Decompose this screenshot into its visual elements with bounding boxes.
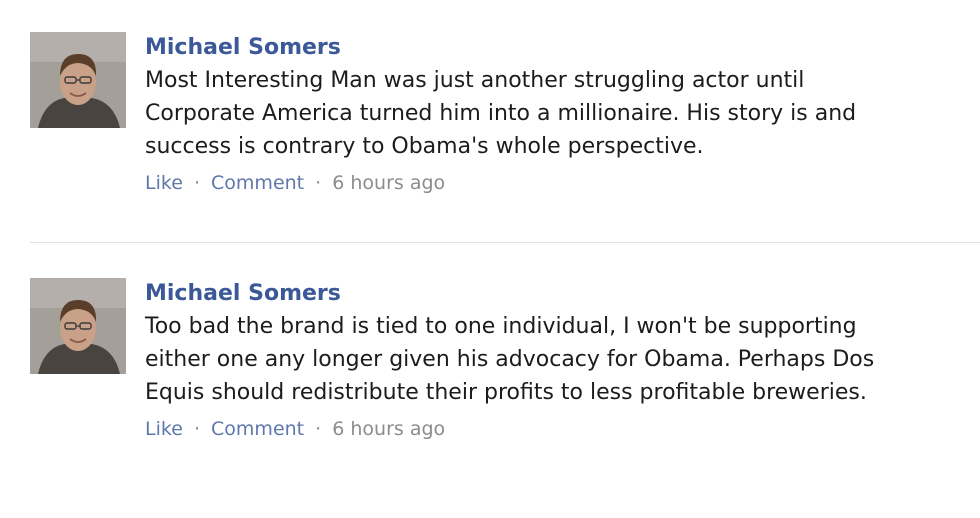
avatar-photo-icon bbox=[30, 32, 126, 128]
author-name-link[interactable]: Michael Somers bbox=[145, 32, 965, 64]
comment-content: Michael Somers Most Interesting Man was … bbox=[145, 32, 965, 196]
avatar[interactable] bbox=[30, 32, 126, 128]
comment-actions: Like · Comment · 6 hours ago bbox=[145, 416, 965, 442]
separator: · bbox=[193, 172, 200, 194]
timestamp: 6 hours ago bbox=[332, 172, 446, 194]
comment-actions: Like · Comment · 6 hours ago bbox=[145, 170, 965, 196]
author-name-link[interactable]: Michael Somers bbox=[145, 278, 965, 310]
comment-text: Too bad the brand is tied to one individ… bbox=[145, 314, 875, 405]
comment-link[interactable]: Comment bbox=[211, 418, 304, 440]
divider bbox=[30, 242, 980, 243]
avatar[interactable] bbox=[30, 278, 126, 374]
timestamp: 6 hours ago bbox=[332, 418, 446, 440]
comment-link[interactable]: Comment bbox=[211, 172, 304, 194]
comment-feed: Michael Somers Most Interesting Man was … bbox=[0, 0, 980, 518]
separator: · bbox=[315, 418, 322, 440]
comment-text: Most Interesting Man was just another st… bbox=[145, 68, 857, 159]
like-link[interactable]: Like bbox=[145, 172, 183, 194]
separator: · bbox=[193, 418, 200, 440]
separator: · bbox=[315, 172, 322, 194]
like-link[interactable]: Like bbox=[145, 418, 183, 440]
comment-content: Michael Somers Too bad the brand is tied… bbox=[145, 278, 965, 442]
avatar-photo-icon bbox=[30, 278, 126, 374]
